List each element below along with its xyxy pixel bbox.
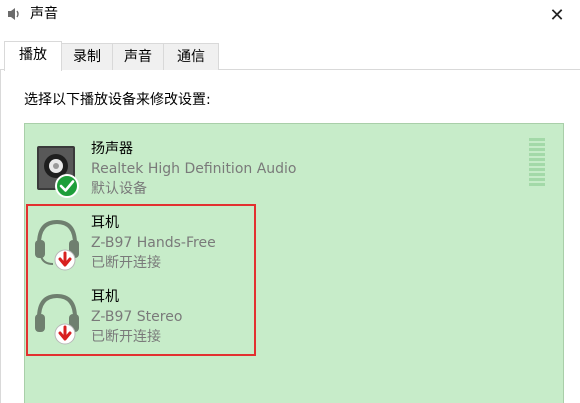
tab-label: 通信 [177,49,205,65]
disconnected-arrow-icon [54,323,76,345]
volume-level-meter [529,138,545,188]
close-button[interactable]: ✕ [534,0,580,31]
device-description: Realtek High Definition Audio [91,161,297,177]
tab-bar: 播放 录制 声音 通信 [0,41,580,71]
default-check-icon [55,174,79,198]
headset-icon [35,293,79,345]
device-name: 耳机 [91,289,119,305]
device-name: 扬声器 [91,141,133,157]
device-item-speaker[interactable]: 扬声器 Realtek High Definition Audio 默认设备 [25,128,545,202]
device-item-headset-handsfree[interactable]: 耳机 Z-B97 Hands-Free 已断开连接 [25,202,545,276]
window-title: 声音 [30,6,58,22]
tab-communications[interactable]: 通信 [163,43,219,70]
device-status: 已断开连接 [91,255,161,271]
device-status: 已断开连接 [91,329,161,345]
headset-icon [35,219,79,271]
tab-label: 声音 [124,49,152,65]
tab-recording[interactable]: 录制 [61,43,113,70]
tab-label: 播放 [19,47,47,63]
device-description: Z-B97 Hands-Free [91,235,216,251]
tab-label: 录制 [73,49,101,65]
speaker-icon [37,146,79,198]
speaker-icon [8,8,19,20]
tab-playback[interactable]: 播放 [4,41,62,71]
title-bar: 声音 ✕ [0,0,580,31]
close-icon: ✕ [549,5,565,26]
device-item-headset-stereo[interactable]: 耳机 Z-B97 Stereo 已断开连接 [25,276,545,350]
instruction-text: 选择以下播放设备来修改设置: [24,92,211,108]
device-description: Z-B97 Stereo [91,309,183,325]
device-status: 默认设备 [91,181,147,197]
tab-sounds[interactable]: 声音 [112,43,164,70]
device-name: 耳机 [91,215,119,231]
playback-device-list[interactable]: 扬声器 Realtek High Definition Audio 默认设备 耳… [24,123,564,403]
disconnected-arrow-icon [54,249,76,271]
